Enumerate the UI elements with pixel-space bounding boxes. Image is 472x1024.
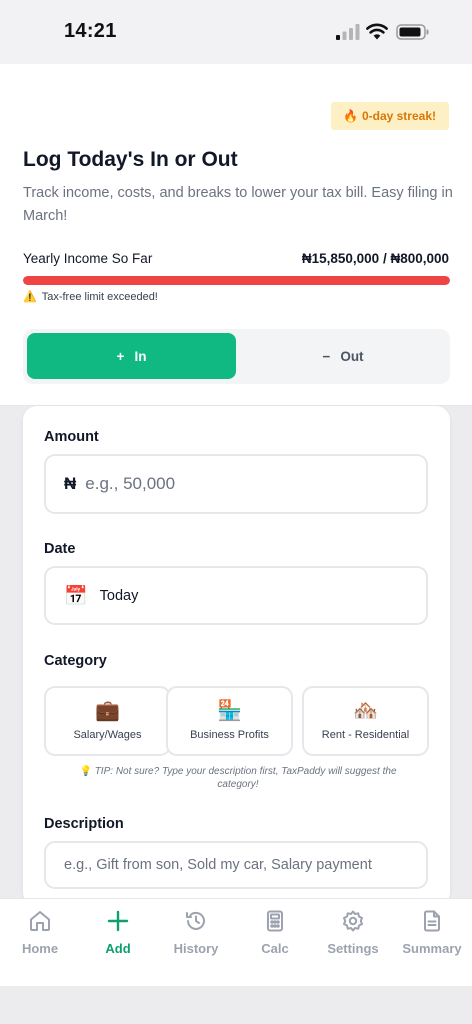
nav-history[interactable]: History	[156, 899, 236, 987]
status-bar: 14:21	[0, 0, 472, 64]
category-label: Category	[44, 653, 107, 669]
streak-badge: 🔥 0-day streak!	[331, 102, 449, 130]
amount-placeholder: e.g., 50,000	[85, 474, 176, 493]
plus-icon: +	[116, 348, 125, 364]
category-list: 💼 Salary/Wages 🏪 Business Profits 🏘️ Ren…	[44, 686, 450, 758]
nav-add-label: Add	[105, 941, 131, 956]
page-subtitle: Track income, costs, and breaks to lower…	[23, 185, 453, 224]
category-rent-residential[interactable]: 🏘️ Rent - Residential	[302, 686, 429, 756]
nav-calc[interactable]: Calc	[235, 899, 315, 987]
in-out-toggle: + In − Out	[23, 329, 450, 384]
battery-icon	[396, 24, 429, 40]
status-time: 14:21	[64, 20, 117, 42]
warning-text: Tax-free limit exceeded!	[41, 290, 158, 303]
bottom-navigation: Home Add History Calc Settings Summary	[0, 898, 472, 986]
out-toggle-label: Out	[340, 348, 364, 364]
in-toggle-button[interactable]: + In	[27, 333, 236, 379]
yearly-income-value: ₦15,850,000 / ₦800,000	[301, 251, 449, 266]
description-label: Description	[44, 816, 124, 832]
nav-home-label: Home	[21, 941, 59, 956]
income-progress-bar	[23, 276, 450, 285]
document-icon	[424, 910, 440, 932]
lightbulb-icon: 💡	[79, 766, 92, 777]
category-tip: 💡 TIP: Not sure? Type your description f…	[63, 765, 413, 791]
nav-home[interactable]: Home	[0, 899, 80, 987]
income-progress-fill	[23, 276, 450, 285]
log-header: 🔥 0-day streak! Log Today's In or Out Tr…	[0, 64, 472, 406]
tax-free-warning: ⚠️ Tax-free limit exceeded!	[23, 290, 158, 304]
store-icon: 🏪	[217, 700, 242, 722]
date-value: Today	[99, 587, 139, 604]
nav-settings[interactable]: Settings	[313, 899, 393, 987]
streak-label: 0-day streak!	[361, 109, 436, 123]
in-toggle-label: In	[134, 348, 147, 364]
description-placeholder: e.g., Gift from son, Sold my car, Salary…	[64, 857, 372, 873]
tip-text: TIP: Not sure? Type your description fir…	[94, 766, 397, 790]
entry-form-card: Amount ₦ e.g., 50,000 Date 📅 Today Categ…	[23, 406, 450, 906]
calculator-icon	[267, 910, 283, 932]
category-salary-wages[interactable]: 💼 Salary/Wages	[44, 686, 171, 756]
description-input[interactable]: e.g., Gift from son, Sold my car, Salary…	[44, 841, 428, 889]
category-label-text: Business Profits	[190, 729, 269, 741]
amount-label: Amount	[44, 429, 99, 445]
yearly-income-label: Yearly Income So Far	[23, 251, 153, 266]
cellular-signal-icon	[336, 24, 360, 40]
nav-add[interactable]: Add	[78, 899, 158, 987]
gear-icon	[343, 910, 363, 932]
plus-icon	[107, 910, 129, 932]
home-icon	[30, 911, 50, 931]
category-business-profits[interactable]: 🏪 Business Profits	[166, 686, 293, 756]
amount-input[interactable]: ₦ e.g., 50,000	[44, 454, 428, 514]
out-toggle-button[interactable]: − Out	[240, 333, 446, 379]
briefcase-icon: 💼	[95, 700, 120, 722]
houses-icon: 🏘️	[353, 700, 378, 722]
history-icon	[186, 911, 205, 930]
category-label-text: Salary/Wages	[73, 729, 142, 741]
nav-settings-label: Settings	[327, 941, 379, 956]
nav-summary[interactable]: Summary	[392, 899, 472, 987]
fire-icon: 🔥	[343, 109, 358, 123]
nav-history-label: History	[173, 941, 219, 956]
minus-icon: −	[322, 348, 331, 364]
wifi-icon	[366, 23, 388, 40]
nav-summary-label: Summary	[402, 941, 462, 956]
category-label-text: Rent - Residential	[321, 729, 410, 741]
warning-icon: ⚠️	[23, 291, 37, 303]
page-title: Log Today's In or Out	[23, 148, 238, 171]
naira-symbol: ₦	[64, 474, 77, 493]
date-label: Date	[44, 541, 76, 557]
calendar-icon: 📅	[64, 585, 88, 607]
date-field[interactable]: 📅 Today	[44, 566, 428, 625]
nav-calc-label: Calc	[261, 941, 289, 956]
